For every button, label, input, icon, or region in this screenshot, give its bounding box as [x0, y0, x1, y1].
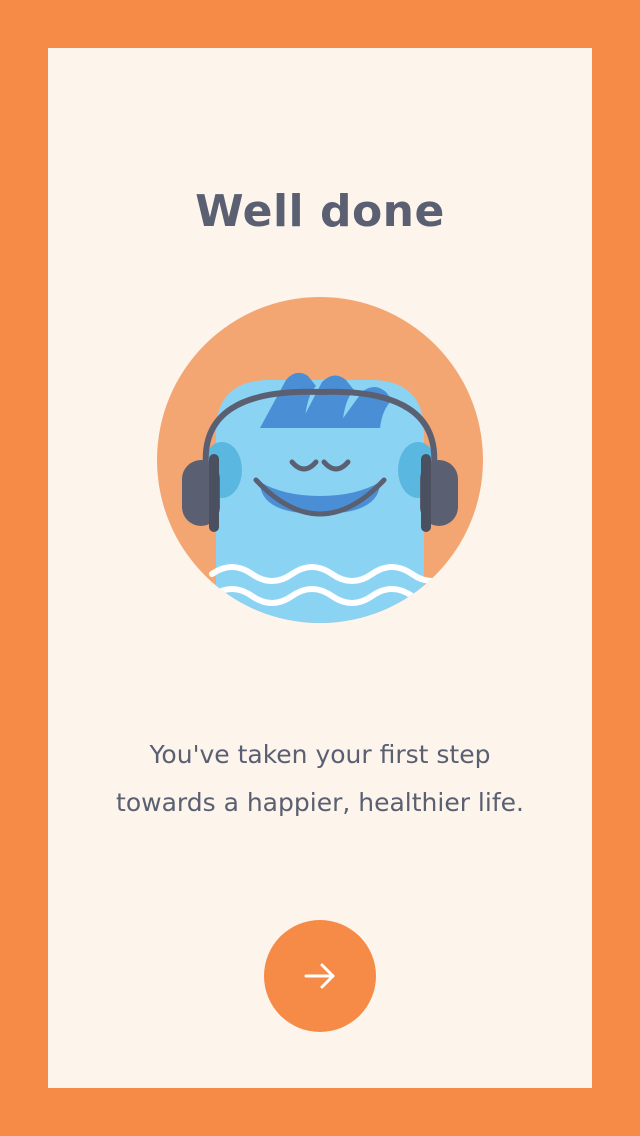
- next-button[interactable]: [264, 920, 376, 1032]
- message-line-1: You've taken your first step: [149, 740, 491, 769]
- meditating-character-illustration: [156, 296, 484, 624]
- content-card: Well done You've taken your first step t…: [48, 48, 592, 1088]
- page-title: Well done: [195, 186, 445, 237]
- completion-message: You've taken your first step towards a h…: [48, 731, 592, 827]
- arrow-right-icon: [304, 963, 335, 989]
- message-line-2: towards a happier, healthier life.: [116, 788, 524, 817]
